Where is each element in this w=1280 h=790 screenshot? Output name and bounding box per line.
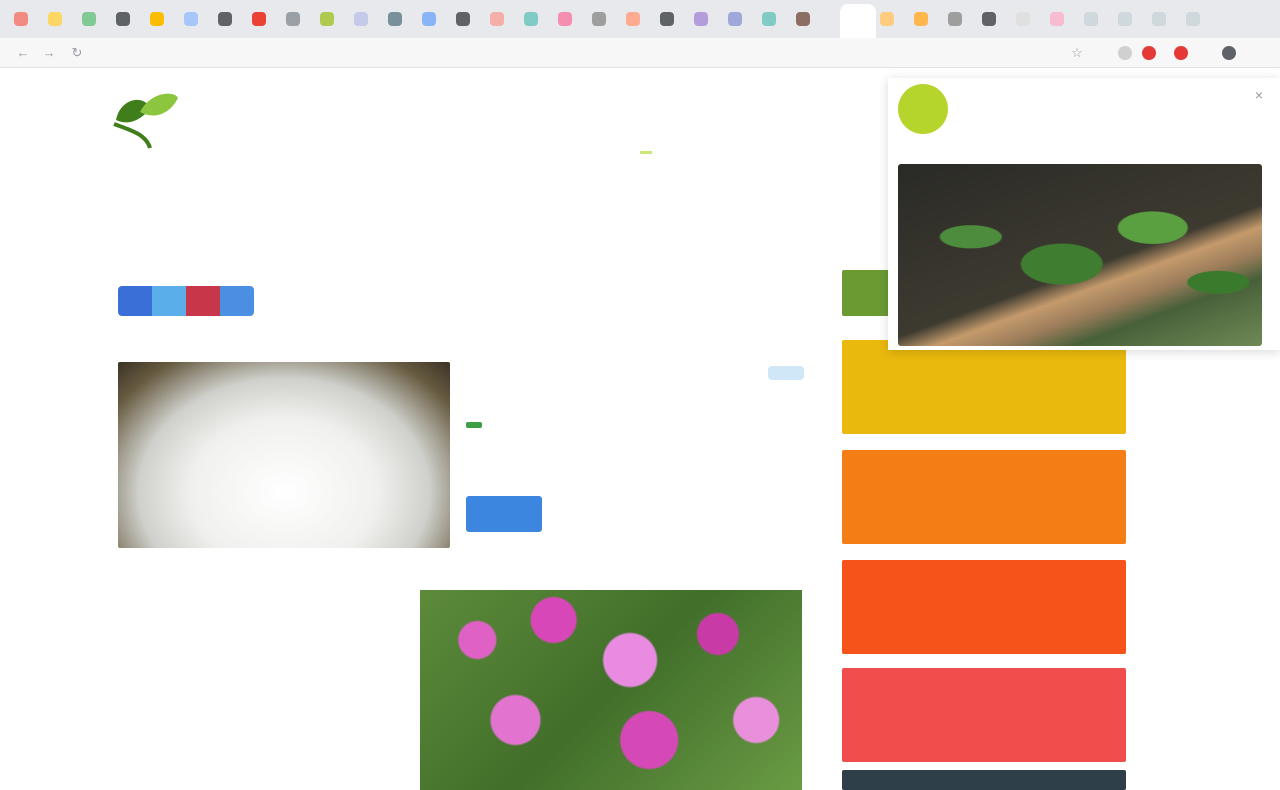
browser-tab-strip [0, 0, 1280, 38]
table-of-contents [130, 590, 370, 602]
nav-item[interactable] [716, 128, 728, 154]
tab-favicon[interactable] [694, 12, 708, 26]
notification-popup[interactable]: × [888, 78, 1280, 350]
tab-favicon[interactable] [354, 12, 368, 26]
tab-favicon[interactable] [82, 12, 96, 26]
sidebar-heading [842, 240, 892, 254]
forward-icon[interactable]: → [42, 46, 56, 60]
category-button[interactable] [842, 560, 1126, 654]
tab-favicon[interactable] [184, 12, 198, 26]
tab-favicon[interactable] [150, 12, 164, 26]
extension-icon[interactable] [1118, 46, 1132, 60]
popup-logo-icon [898, 84, 948, 134]
buy-button[interactable] [466, 496, 542, 532]
tab-favicon[interactable] [1084, 12, 1098, 26]
tab-favicon[interactable] [1118, 12, 1132, 26]
browser-address-bar: ← → ↻ ☆ [0, 38, 1280, 68]
tab-favicon[interactable] [1152, 12, 1166, 26]
category-button[interactable] [842, 450, 1126, 544]
category-button[interactable] [842, 668, 1126, 762]
tab-favicon[interactable] [1016, 12, 1030, 26]
category-button[interactable] [842, 340, 1126, 434]
tab-favicon[interactable] [218, 12, 232, 26]
tab-favicon[interactable] [796, 12, 810, 26]
active-tab[interactable] [840, 4, 876, 38]
email-share-button[interactable] [220, 286, 254, 316]
leaf-logo-icon [113, 93, 178, 149]
product-meta [466, 422, 488, 428]
sidebar-thumbnail[interactable] [842, 270, 892, 316]
category-button[interactable] [842, 770, 1126, 790]
product-card [118, 362, 808, 548]
tab-favicon[interactable] [456, 12, 470, 26]
twitter-share-button[interactable] [152, 286, 186, 316]
tab-favicon[interactable] [592, 12, 606, 26]
tab-favicon[interactable] [252, 12, 266, 26]
tab-favicon[interactable] [880, 12, 894, 26]
nav-item[interactable] [678, 128, 690, 154]
tab-favicon[interactable] [660, 12, 674, 26]
close-icon[interactable]: × [1250, 86, 1268, 104]
product-image[interactable] [118, 362, 450, 548]
extension-icon[interactable] [1174, 46, 1188, 60]
url-field[interactable] [104, 45, 524, 61]
tab-favicon[interactable] [762, 12, 776, 26]
main-navigation [640, 128, 728, 154]
site-logo[interactable] [100, 78, 350, 164]
tab-favicon[interactable] [948, 12, 962, 26]
article-image-flowers [420, 590, 802, 790]
tab-favicon[interactable] [48, 12, 62, 26]
tab-favicon[interactable] [14, 12, 28, 26]
profile-avatar[interactable] [1222, 46, 1236, 60]
extension-icon[interactable] [1142, 46, 1156, 60]
tab-favicon[interactable] [524, 12, 538, 26]
tab-favicon[interactable] [116, 12, 130, 26]
tab-favicon[interactable] [558, 12, 572, 26]
article-byline [118, 244, 808, 268]
tab-favicon[interactable] [728, 12, 742, 26]
tab-favicon[interactable] [626, 12, 640, 26]
back-icon[interactable]: ← [16, 46, 30, 60]
tab-favicon[interactable] [914, 12, 928, 26]
tab-favicon[interactable] [422, 12, 436, 26]
star-icon[interactable]: ☆ [1070, 46, 1084, 60]
tab-favicon[interactable] [1050, 12, 1064, 26]
tab-favicon[interactable] [490, 12, 504, 26]
compare-tag[interactable] [768, 366, 804, 380]
tab-favicon[interactable] [982, 12, 996, 26]
nav-item[interactable] [640, 128, 652, 154]
tab-favicon[interactable] [388, 12, 402, 26]
tab-favicon[interactable] [1186, 12, 1200, 26]
tab-favicon[interactable] [286, 12, 300, 26]
tab-favicon[interactable] [320, 12, 334, 26]
share-buttons [118, 286, 254, 316]
popup-image-garden[interactable] [898, 164, 1262, 346]
facebook-share-button[interactable] [118, 286, 152, 316]
availability-badge [466, 422, 482, 428]
popup-text [956, 108, 1246, 156]
pinterest-share-button[interactable] [186, 286, 220, 316]
reload-icon[interactable]: ↻ [70, 46, 84, 60]
